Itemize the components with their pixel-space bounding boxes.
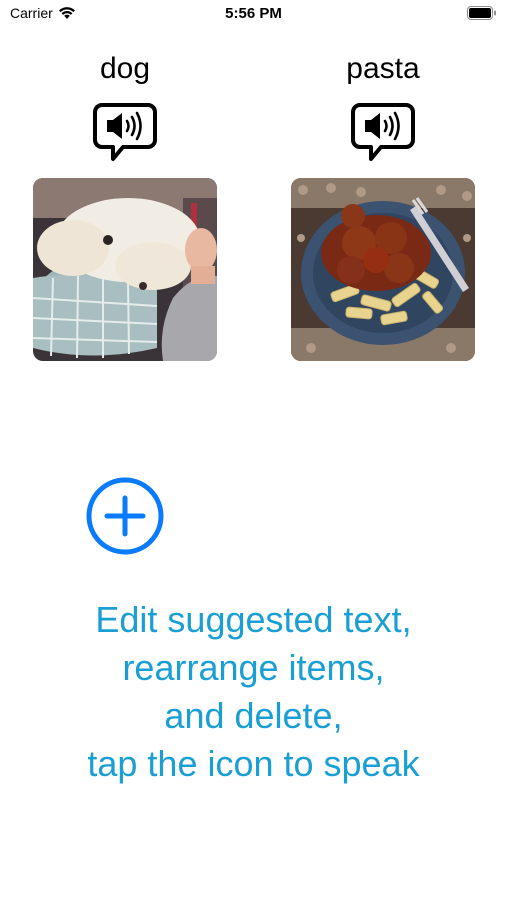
instructions-line-2: rearrange items, [122,647,385,688]
speak-button-pasta[interactable] [350,102,416,162]
dog-photo[interactable] [33,178,217,361]
pasta-photo[interactable] [291,178,475,361]
status-bar: Carrier 5:56 PM [0,0,507,28]
speak-button-dog[interactable] [92,102,158,162]
instructions-line-1: Edit suggested text, [95,599,412,640]
card-pasta: pasta [291,52,475,361]
speaker-bubble-icon [351,103,415,161]
instructions-text: Edit suggested text, rearrange items, an… [0,596,507,788]
instructions-line-4: tap the icon to speak [87,743,420,784]
instructions-line-3: and delete, [164,695,343,736]
card-label-pasta[interactable]: pasta [291,52,475,86]
add-item-button[interactable] [85,476,165,556]
card-label-dog[interactable]: dog [33,52,217,86]
speaker-bubble-icon [93,103,157,161]
card-dog: dog [33,52,217,361]
battery-icon [467,6,497,20]
plus-circle-icon [86,477,164,555]
status-time: 5:56 PM [225,5,282,22]
